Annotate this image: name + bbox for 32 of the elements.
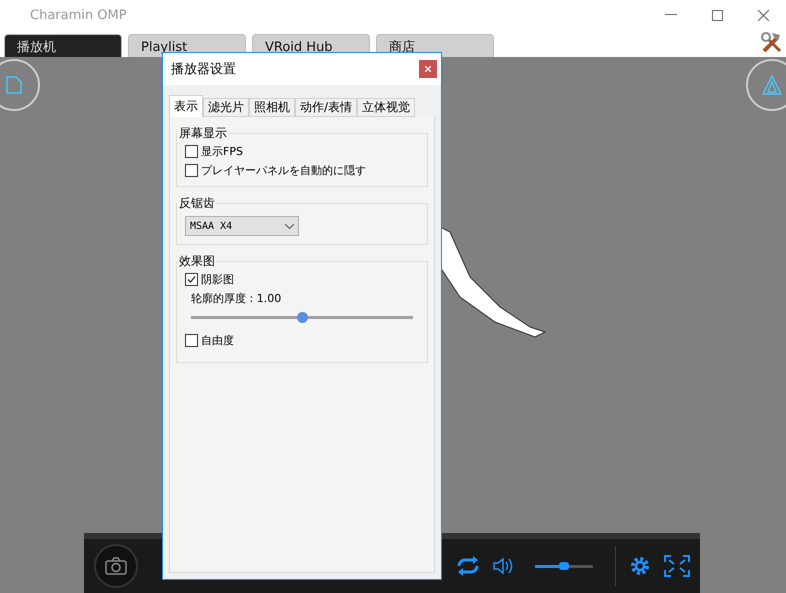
checkbox[interactable]: プレイヤーパネルを自動的に隠す [185,163,419,178]
tab[interactable]: 滤光片 [203,98,249,117]
minimize-icon [665,14,677,16]
camera-icon [105,557,127,575]
tools-icon[interactable] [760,31,784,55]
maximize-icon [712,10,722,20]
tab[interactable]: 表示 [169,95,203,117]
close-icon [758,10,768,20]
tab[interactable]: 立体视觉 [357,98,416,117]
fullscreen-button[interactable] [664,555,690,577]
tab[interactable]: 动作/表情 [295,98,358,117]
checkmark-icon [187,275,196,284]
slider-label: 轮廓的厚度 : 1.00 [191,291,282,306]
repeat-button[interactable] [455,556,481,576]
volume-slider[interactable] [535,564,593,568]
camera-button[interactable] [94,544,138,588]
checkbox[interactable]: 自由度 [185,333,419,348]
group-title: 反锯齿 [178,195,216,212]
volume-button[interactable] [493,557,513,575]
antialiasing-dropdown[interactable]: MSAA X4 [185,216,299,236]
dialog-title: 播放器设置 [171,61,237,78]
group-title: 效果图 [178,253,216,270]
checkbox[interactable]: 阴影图 [185,272,419,287]
caret-icon [285,224,294,228]
group-title: 屏幕显示 [178,125,228,142]
close-icon [425,66,431,72]
tab[interactable]: 照相机 [249,98,295,117]
settings-button[interactable] [628,554,652,578]
checkbox[interactable]: 显示FPS [185,144,419,159]
tab[interactable]: 播放机 [4,34,122,57]
close-button[interactable] [419,60,437,78]
window-title: Charamin OMP [30,8,128,22]
